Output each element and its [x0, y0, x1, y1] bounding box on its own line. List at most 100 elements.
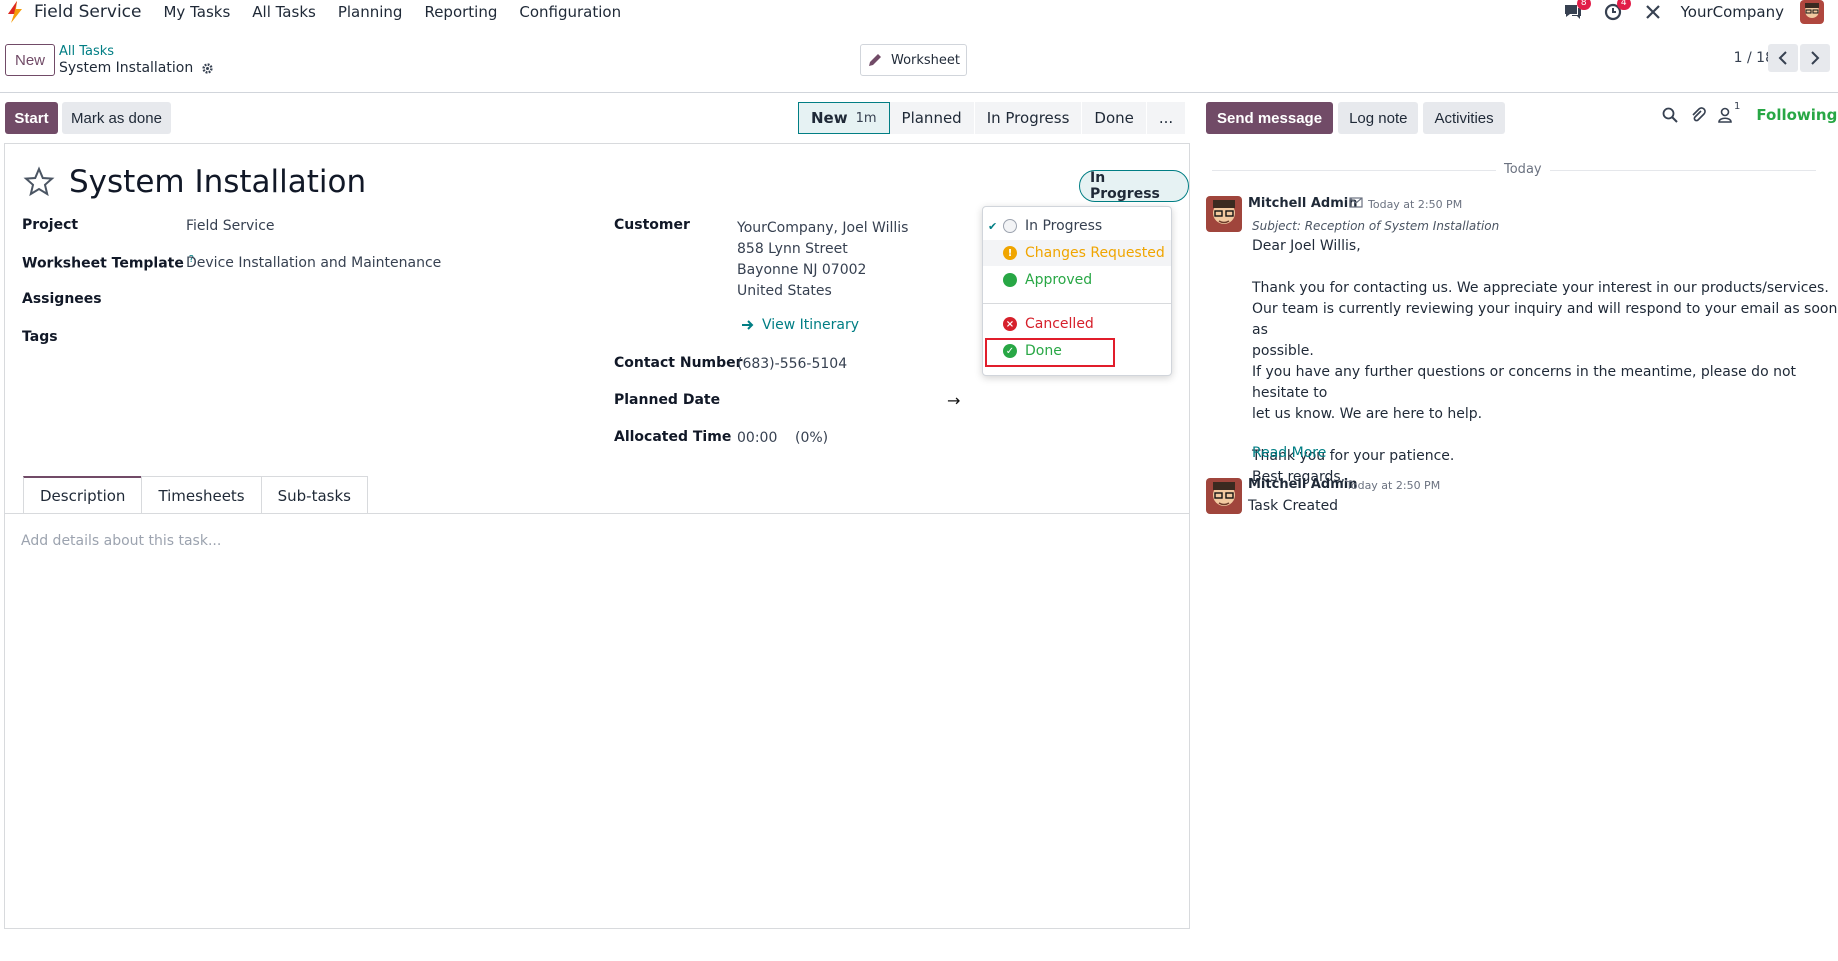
view-itinerary-label: View Itinerary: [762, 317, 860, 333]
gear-icon[interactable]: [201, 62, 214, 75]
customer-field[interactable]: YourCompany, Joel Willis 858 Lynn Street…: [737, 218, 908, 302]
message-subject: Subject: Reception of System Installatio…: [1252, 219, 1500, 233]
app-name[interactable]: Field Service: [34, 2, 141, 22]
mark-as-done-button[interactable]: Mark as done: [62, 102, 171, 134]
stage-new[interactable]: New 1m: [798, 102, 890, 134]
message-line: let us know. We are here to help.: [1252, 406, 1483, 422]
status-bar: Start Mark as done New 1m Planned In Pro…: [0, 100, 1200, 136]
tools-icon: [1645, 5, 1660, 19]
stage-pipeline: New 1m Planned In Progress Done ...: [798, 102, 1187, 134]
state-option-label: Changes Requested: [1025, 245, 1165, 261]
company-switcher[interactable]: YourCompany: [1681, 3, 1784, 21]
worksheet-template-label: Worksheet Template ?: [22, 254, 194, 272]
breadcrumb-current: System Installation: [59, 60, 214, 76]
task-state-button[interactable]: In Progress: [1079, 170, 1189, 202]
exclamation-icon: !: [1003, 246, 1017, 260]
control-panel: New All Tasks System Installation Worksh…: [0, 38, 1838, 93]
message-time: Today at 2:50 PM: [1346, 479, 1441, 492]
messages-badge: 8: [1576, 0, 1591, 10]
paperclip-icon[interactable]: [1690, 107, 1706, 123]
contact-number-field[interactable]: (683)-556-5104: [737, 356, 847, 372]
menu-reporting[interactable]: Reporting: [424, 3, 497, 21]
stage-planned[interactable]: Planned: [889, 102, 975, 134]
state-option-approved[interactable]: Approved: [983, 267, 1171, 293]
user-icon: [1718, 107, 1732, 123]
tab-description[interactable]: Description: [23, 476, 143, 514]
message-author-avatar[interactable]: [1206, 478, 1242, 514]
stage-done[interactable]: Done: [1082, 102, 1147, 134]
breadcrumb-current-label: System Installation: [59, 60, 194, 76]
send-message-button[interactable]: Send message: [1206, 102, 1334, 134]
message-line: Thank you for contacting us. We apprecia…: [1252, 280, 1829, 296]
menu-configuration[interactable]: Configuration: [519, 3, 621, 21]
check-icon: ✔: [988, 219, 998, 233]
menu-planning[interactable]: Planning: [338, 3, 403, 21]
task-title[interactable]: System Installation: [69, 164, 366, 200]
message-time: Today at 2:50 PM: [1368, 198, 1463, 211]
state-option-changes-requested[interactable]: ! Changes Requested: [983, 240, 1171, 266]
menu-my-tasks[interactable]: My Tasks: [163, 3, 230, 21]
tags-label: Tags: [22, 329, 58, 345]
pencil-icon: [868, 54, 881, 66]
customer-line: 858 Lynn Street: [737, 241, 848, 257]
worksheet-template-field[interactable]: Device Installation and Maintenance: [186, 255, 441, 271]
pager-previous-button[interactable]: [1768, 44, 1798, 72]
start-button[interactable]: Start: [5, 102, 58, 134]
worksheet-label: Worksheet: [890, 52, 961, 68]
star-icon[interactable]: [23, 166, 55, 198]
description-editor[interactable]: Add details about this task...: [21, 533, 221, 549]
activities-badge: 4: [1616, 0, 1631, 10]
activities-button[interactable]: 4: [1601, 0, 1631, 23]
state-option-in-progress[interactable]: ✔ In Progress: [983, 213, 1171, 239]
pager-next-button[interactable]: [1800, 44, 1830, 72]
state-option-cancelled[interactable]: × Cancelled: [983, 311, 1171, 337]
messages-button[interactable]: 8: [1561, 0, 1591, 23]
tab-timesheets[interactable]: Timesheets: [141, 476, 262, 514]
message-author[interactable]: Mitchell Admin: [1248, 477, 1357, 492]
stage-more[interactable]: ...: [1146, 102, 1187, 134]
green-circle-icon: [1003, 273, 1017, 287]
message-author[interactable]: Mitchell Admin: [1248, 196, 1357, 211]
arrow-right-icon: [742, 320, 754, 330]
followers-count: 1: [1734, 101, 1741, 112]
circle-icon: [1003, 219, 1017, 233]
message-line: Our team is currently reviewing your inq…: [1252, 301, 1838, 338]
chevron-right-icon: [1811, 51, 1820, 65]
menu-all-tasks[interactable]: All Tasks: [252, 3, 316, 21]
view-itinerary-link[interactable]: View Itinerary: [741, 317, 859, 333]
notebook-tabs: Description Timesheets Sub-tasks: [23, 476, 368, 514]
message-author-avatar[interactable]: [1206, 196, 1242, 232]
log-note-button[interactable]: Log note: [1338, 102, 1419, 134]
tab-sub-tasks[interactable]: Sub-tasks: [260, 476, 368, 514]
chatter-toolbar: 1 Following: [1662, 101, 1837, 124]
search-icon[interactable]: [1662, 107, 1678, 123]
allocated-time-field[interactable]: 00:00: [737, 430, 777, 446]
state-option-label: Cancelled: [1025, 316, 1094, 332]
dropdown-divider: [983, 303, 1171, 304]
tabs-divider: [5, 513, 1189, 514]
planned-date-arrow-icon: →: [947, 391, 961, 410]
stage-new-label: New: [811, 109, 848, 127]
stage-in-progress[interactable]: In Progress: [974, 102, 1083, 134]
read-more-link[interactable]: Read More: [1252, 445, 1326, 461]
contact-number-label: Contact Number: [614, 355, 743, 371]
new-button[interactable]: New: [5, 44, 55, 76]
followers-button[interactable]: 1: [1718, 101, 1740, 123]
project-field[interactable]: Field Service: [186, 218, 275, 234]
following-button[interactable]: Following: [1756, 106, 1837, 124]
customer-line: United States: [737, 283, 832, 299]
customer-line: YourCompany, Joel Willis: [737, 220, 909, 236]
breadcrumb-all-tasks[interactable]: All Tasks: [59, 44, 114, 59]
activities-chatter-button[interactable]: Activities: [1423, 102, 1505, 134]
message-line: Dear Joel Willis,: [1252, 238, 1361, 254]
worksheet-button[interactable]: Worksheet: [860, 44, 967, 76]
message-line: If you have any further questions or con…: [1252, 364, 1797, 401]
debug-tools-button[interactable]: [1641, 1, 1665, 23]
date-separator-label: Today: [1496, 162, 1550, 177]
app-logo-icon[interactable]: [4, 0, 26, 24]
envelope-icon: [1349, 197, 1363, 208]
user-avatar[interactable]: [1800, 0, 1824, 24]
highlight-box: [985, 338, 1115, 367]
message-body: Dear Joel Willis, Thank you for contacti…: [1252, 236, 1838, 488]
planned-date-label: Planned Date: [614, 392, 721, 408]
